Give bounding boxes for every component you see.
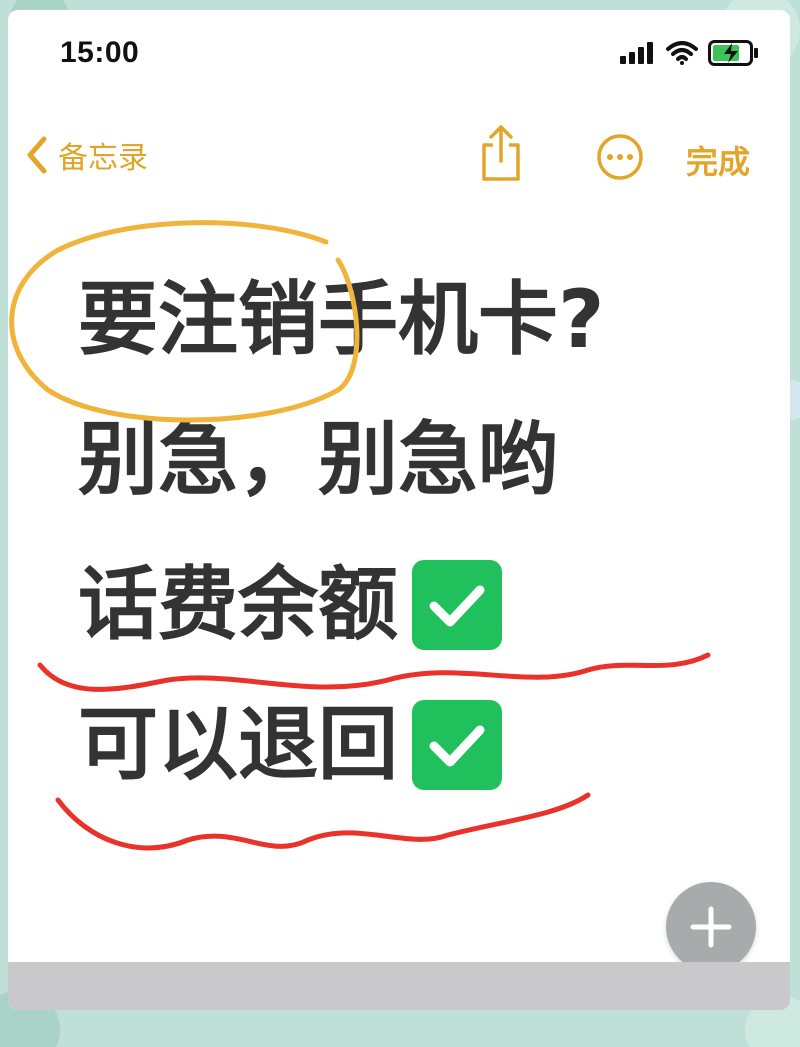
navigation-bar: 备忘录 完成 bbox=[8, 125, 790, 195]
red-underline-1 bbox=[37, 652, 711, 692]
wifi-icon bbox=[666, 41, 698, 65]
ellipsis-circle-icon bbox=[597, 134, 643, 180]
share-icon bbox=[482, 125, 520, 181]
done-button[interactable]: 完成 bbox=[686, 137, 750, 183]
red-underline-2 bbox=[55, 792, 591, 851]
phone-screen: 15:00 备忘录 完成 要注销手机卡? 别急，别急哟 话费余额 可以退回 bbox=[8, 10, 790, 1010]
note-line-2: 别急，别急哟 bbox=[78, 413, 558, 506]
share-button[interactable] bbox=[478, 123, 524, 187]
note-line-3: 话费余额 bbox=[78, 560, 502, 650]
note-line-4: 可以退回 bbox=[78, 700, 502, 790]
note-line-4-text: 可以退回 bbox=[78, 698, 398, 791]
check-mark-icon bbox=[412, 700, 502, 790]
back-button[interactable]: 备忘录 bbox=[26, 133, 148, 177]
note-line-1: 要注销手机卡? bbox=[78, 273, 605, 366]
battery-charging-icon bbox=[708, 40, 758, 66]
bottom-bar bbox=[8, 962, 790, 1010]
chevron-left-icon bbox=[27, 136, 47, 174]
plus-icon bbox=[690, 906, 732, 948]
back-label: 备忘录 bbox=[58, 141, 148, 176]
more-button[interactable] bbox=[596, 133, 644, 185]
note-line-3-text: 话费余额 bbox=[78, 558, 398, 651]
status-icons bbox=[620, 40, 760, 66]
status-time: 15:00 bbox=[60, 36, 140, 69]
cellular-signal-icon bbox=[620, 42, 653, 64]
check-mark-icon bbox=[412, 560, 502, 650]
add-note-button[interactable] bbox=[666, 882, 756, 972]
